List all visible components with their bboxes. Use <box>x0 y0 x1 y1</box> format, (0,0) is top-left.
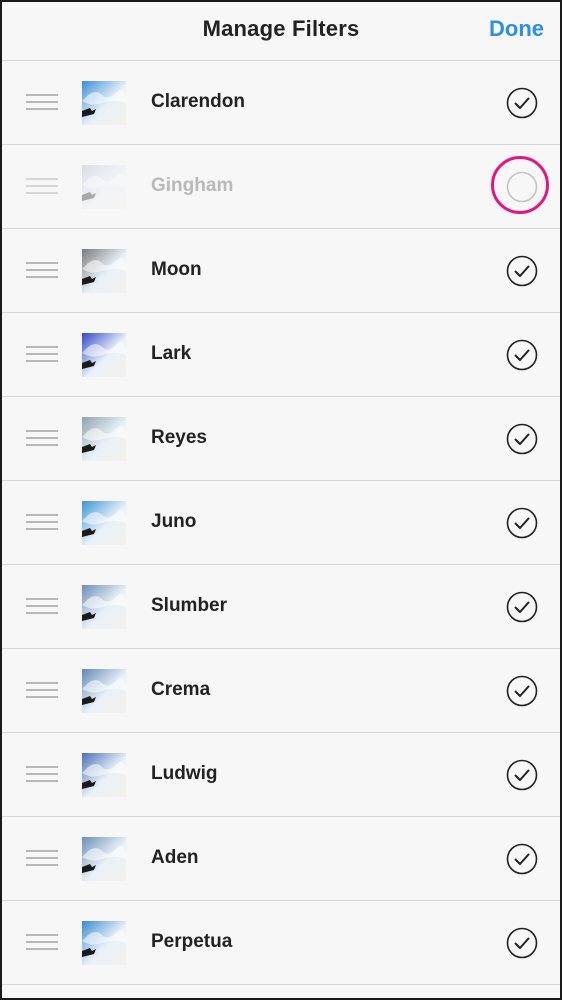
filter-thumbnail <box>82 501 126 545</box>
filter-name: Gingham <box>151 175 234 196</box>
page-title: Manage Filters <box>202 16 360 41</box>
drag-handle-icon[interactable] <box>26 934 58 952</box>
drag-handle-icon[interactable] <box>26 262 58 280</box>
filter-row[interactable]: Crema <box>2 649 560 733</box>
checkmark-circle-icon[interactable] <box>506 255 538 287</box>
manage-filters-screen: Manage Filters Done Clarendon Gingham Moon… <box>0 0 562 1000</box>
done-button[interactable]: Done <box>489 16 544 42</box>
drag-handle-icon[interactable] <box>26 430 58 448</box>
filter-name: Clarendon <box>151 91 245 112</box>
filter-thumbnail <box>82 249 126 293</box>
checkmark-circle-icon[interactable] <box>506 423 538 455</box>
checkmark-circle-icon[interactable] <box>506 339 538 371</box>
drag-handle-icon[interactable] <box>26 94 58 112</box>
checkmark-circle-icon[interactable] <box>506 927 538 959</box>
filter-thumbnail <box>82 333 126 377</box>
filter-row[interactable]: Ludwig <box>2 733 560 817</box>
filter-name: Moon <box>151 259 202 280</box>
filter-list: Clarendon Gingham Moon Lark Reyes Juno Slumber… <box>2 61 560 985</box>
nav-bar: Manage Filters Done <box>2 2 560 61</box>
filter-row[interactable]: Gingham <box>2 145 560 229</box>
filter-name: Crema <box>151 679 211 700</box>
filter-row[interactable]: Slumber <box>2 565 560 649</box>
filter-row[interactable]: Aden <box>2 817 560 901</box>
filter-row[interactable]: Lark <box>2 313 560 397</box>
filter-row[interactable]: Perpetua <box>2 901 560 985</box>
filter-name: Aden <box>151 847 199 868</box>
checkmark-circle-icon[interactable] <box>506 675 538 707</box>
filter-thumbnail <box>82 81 126 125</box>
filter-name: Perpetua <box>151 931 233 952</box>
checkmark-circle-icon[interactable] <box>506 507 538 539</box>
filter-row[interactable]: Juno <box>2 481 560 565</box>
filter-thumbnail <box>82 669 126 713</box>
filter-name: Reyes <box>151 427 207 448</box>
filter-name: Lark <box>151 343 192 364</box>
filter-thumbnail <box>82 837 126 881</box>
filter-thumbnail <box>82 753 126 797</box>
filter-row[interactable]: Clarendon <box>2 61 560 145</box>
checkmark-circle-icon[interactable] <box>506 843 538 875</box>
filter-thumbnail <box>82 585 126 629</box>
filter-thumbnail <box>82 921 126 965</box>
drag-handle-icon[interactable] <box>26 514 58 532</box>
checkmark-circle-icon[interactable] <box>506 591 538 623</box>
drag-handle-icon[interactable] <box>26 178 58 196</box>
filter-name: Juno <box>151 511 197 532</box>
drag-handle-icon[interactable] <box>26 682 58 700</box>
drag-handle-icon[interactable] <box>26 346 58 364</box>
filter-row[interactable]: Reyes <box>2 397 560 481</box>
drag-handle-icon[interactable] <box>26 766 58 784</box>
checkmark-circle-icon[interactable] <box>506 759 538 791</box>
filter-thumbnail <box>82 165 126 209</box>
filter-row[interactable]: Moon <box>2 229 560 313</box>
filter-name: Slumber <box>151 595 228 616</box>
drag-handle-icon[interactable] <box>26 850 58 868</box>
empty-circle-icon[interactable] <box>506 171 538 203</box>
filter-name: Ludwig <box>151 763 218 784</box>
drag-handle-icon[interactable] <box>26 598 58 616</box>
checkmark-circle-icon[interactable] <box>506 87 538 119</box>
filter-thumbnail <box>82 417 126 461</box>
